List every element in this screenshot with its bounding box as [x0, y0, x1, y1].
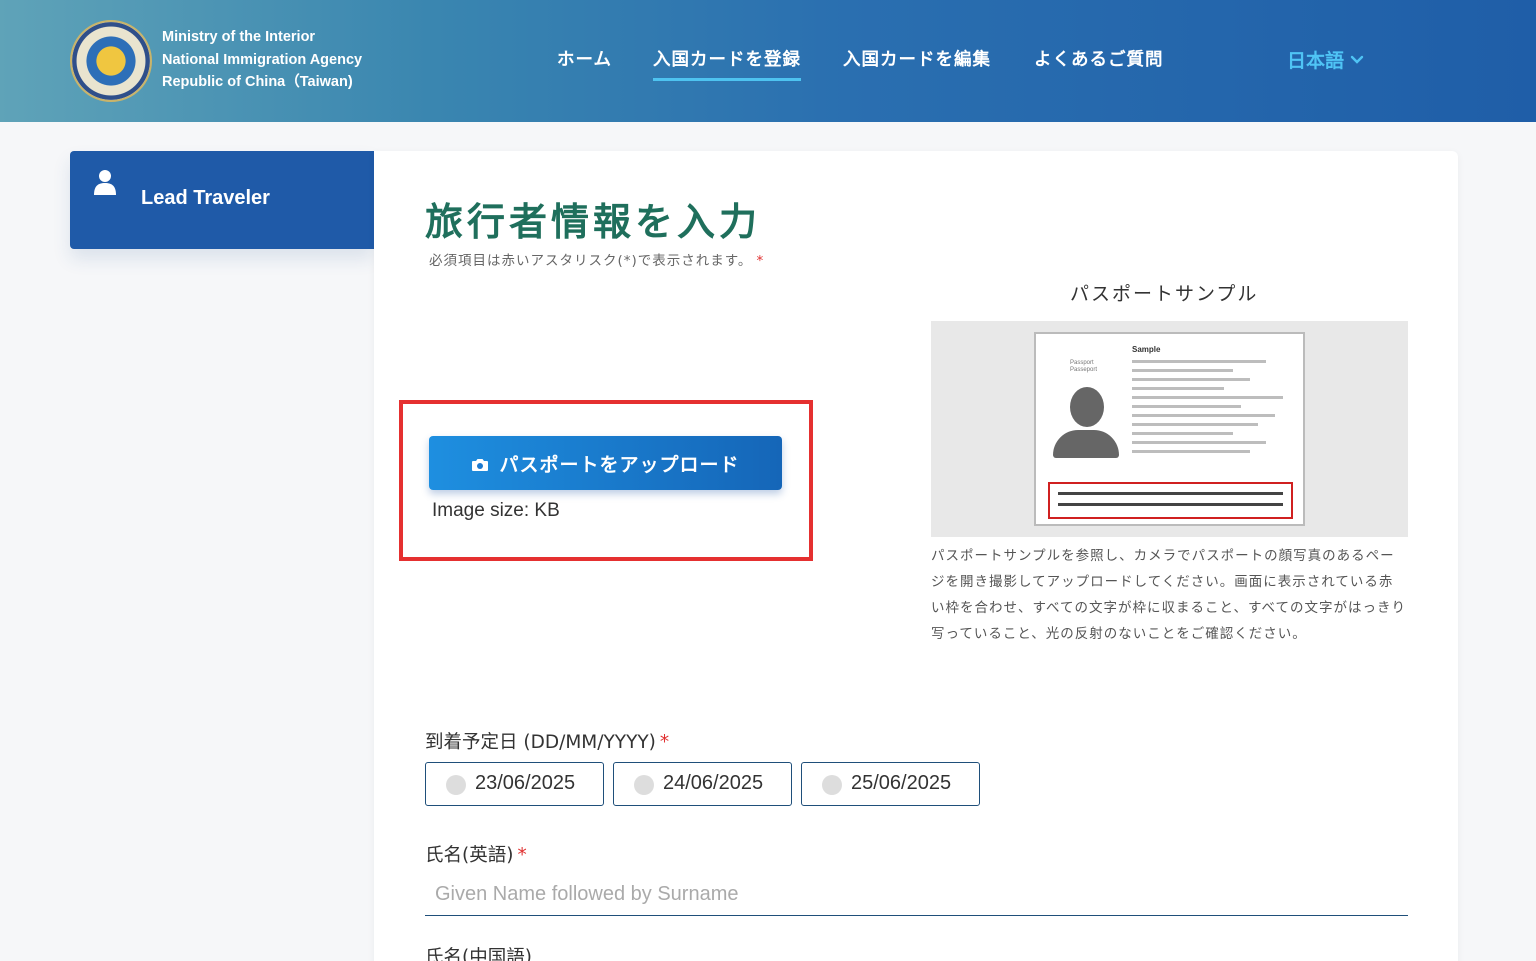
nav-edit-card[interactable]: 入国カードを編集	[843, 46, 991, 71]
radio-icon	[634, 775, 654, 795]
arrival-date-value: 25/06/2025	[851, 772, 952, 794]
nav-home[interactable]: ホーム	[557, 46, 612, 71]
required-asterisk: *	[517, 845, 527, 866]
passport-sample-image: Passport Passeport Sample	[931, 321, 1408, 537]
arrival-date-option[interactable]: 23/06/2025	[425, 762, 604, 806]
arrival-date-value: 24/06/2025	[663, 772, 764, 794]
site-header: Ministry of the Interior National Immigr…	[0, 0, 1536, 122]
required-asterisk: *	[659, 732, 670, 753]
upload-passport-label: パスポートをアップロード	[499, 453, 740, 476]
sidebar-item-label: Lead Traveler	[141, 187, 270, 209]
required-asterisk: *	[756, 253, 765, 269]
agency-name-line: Ministry of the Interior	[162, 29, 316, 45]
english-name-label-text: 氏名(英語)	[425, 845, 514, 866]
arrival-date-label: 到着予定日 (DD/MM/YYYY) *	[425, 728, 669, 754]
radio-icon	[446, 775, 466, 795]
sidebar-item-lead-traveler[interactable]: Lead Traveler	[70, 151, 374, 249]
nav-register-card[interactable]: 入国カードを登録	[653, 46, 801, 81]
passport-type-label: Passport Passeport	[1070, 360, 1098, 373]
image-size-text: Image size: KB	[432, 500, 560, 521]
passport-sample-title: パスポートサンプル	[1070, 283, 1259, 305]
portrait-head-icon	[1070, 387, 1104, 427]
passport-sample-page: Passport Passeport Sample	[1034, 332, 1305, 526]
passport-data-lines	[1132, 360, 1300, 459]
passport-sample-description: パスポートサンプルを参照し、カメラでパスポートの顔写真のあるページを開き撮影して…	[931, 548, 1406, 642]
passport-sample-label: Sample	[1132, 345, 1161, 354]
chevron-down-icon	[1350, 53, 1364, 69]
chinese-name-label: 氏名(中国語)	[425, 947, 532, 961]
language-label: 日本語	[1287, 50, 1345, 72]
agency-name-line: Republic of China（Taiwan)	[162, 74, 353, 90]
form-panel: 旅行者情報を入力 必須項目は赤いアスタリスク(*)で表示されます。 * パスポート…	[374, 151, 1458, 961]
nav-faq[interactable]: よくあるご質問	[1034, 46, 1164, 71]
english-name-input[interactable]	[425, 874, 1408, 916]
agency-name[interactable]: Ministry of the Interior National Immigr…	[162, 26, 382, 94]
english-name-label: 氏名(英語) *	[425, 841, 527, 867]
required-note-text: 必須項目は赤いアスタリスク(*)で表示されます。	[429, 253, 753, 269]
arrival-date-option[interactable]: 24/06/2025	[613, 762, 792, 806]
required-note: 必須項目は赤いアスタリスク(*)で表示されます。 *	[429, 249, 764, 269]
camera-icon	[471, 455, 489, 471]
upload-passport-button[interactable]: パスポートをアップロード	[429, 436, 782, 490]
mrz-highlight-box	[1048, 482, 1293, 519]
page-title: 旅行者情報を入力	[425, 200, 762, 244]
portrait-body-icon	[1053, 430, 1119, 458]
arrival-date-label-text: 到着予定日 (DD/MM/YYYY)	[425, 732, 656, 753]
agency-name-line: National Immigration Agency	[162, 51, 363, 68]
user-icon	[94, 169, 116, 195]
radio-icon	[822, 775, 842, 795]
arrival-date-value: 23/06/2025	[475, 772, 576, 794]
arrival-date-option[interactable]: 25/06/2025	[801, 762, 980, 806]
language-selector[interactable]: 日本語	[1287, 46, 1364, 73]
agency-logo-seal[interactable]	[70, 20, 152, 102]
